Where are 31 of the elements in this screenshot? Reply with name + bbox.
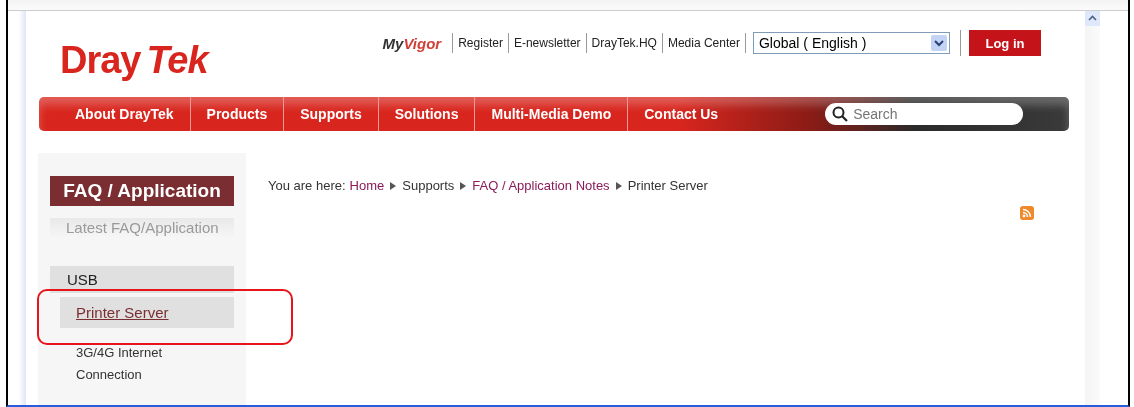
submenu-item[interactable]: Printer Server bbox=[60, 297, 234, 328]
breadcrumb-link[interactable]: FAQ / Application Notes bbox=[472, 178, 610, 193]
nav-tab[interactable]: Supports bbox=[284, 97, 379, 131]
nav-tab[interactable]: Solutions bbox=[378, 97, 476, 131]
search-icon bbox=[832, 106, 849, 122]
myvigor-link[interactable]: MyVigor bbox=[382, 34, 442, 52]
nav-tab[interactable]: Multi-Media Demo bbox=[475, 97, 629, 131]
breadcrumb-label: You are here: bbox=[268, 178, 346, 193]
scroll-up-icon[interactable] bbox=[1085, 11, 1100, 26]
nav-tab[interactable]: Contact Us bbox=[628, 97, 735, 131]
category-item[interactable]: USB bbox=[50, 265, 234, 293]
scrollbar[interactable] bbox=[1085, 11, 1100, 405]
breadcrumb-separator-icon bbox=[615, 181, 622, 190]
draytek-logo[interactable]: Dray Tek bbox=[60, 39, 208, 82]
language-dropdown[interactable]: Global ( English ) bbox=[753, 32, 950, 54]
section-heading: FAQ / Application bbox=[50, 176, 234, 206]
top-link[interactable]: Media Center bbox=[667, 36, 740, 50]
submenu-item[interactable]: 3G/4G Internet Connection bbox=[60, 332, 186, 391]
breadcrumb-item: Supports bbox=[402, 178, 455, 193]
nav-tab[interactable]: Products bbox=[190, 97, 285, 131]
breadcrumb-separator-icon bbox=[390, 181, 397, 190]
breadcrumb-item: Printer Server bbox=[627, 178, 708, 193]
top-link[interactable]: DrayTek.HQ bbox=[591, 36, 657, 50]
rss-icon[interactable] bbox=[1020, 206, 1034, 220]
top-link[interactable]: E-newsletter bbox=[513, 36, 581, 50]
login-button[interactable]: Log in bbox=[969, 30, 1041, 56]
nav-tab[interactable]: About DrayTek bbox=[59, 97, 191, 131]
search-field[interactable]: Search bbox=[825, 103, 1024, 125]
breadcrumb-separator-icon bbox=[460, 181, 467, 190]
breadcrumb-link[interactable]: Home bbox=[349, 178, 385, 193]
top-link[interactable]: Register bbox=[458, 36, 503, 50]
